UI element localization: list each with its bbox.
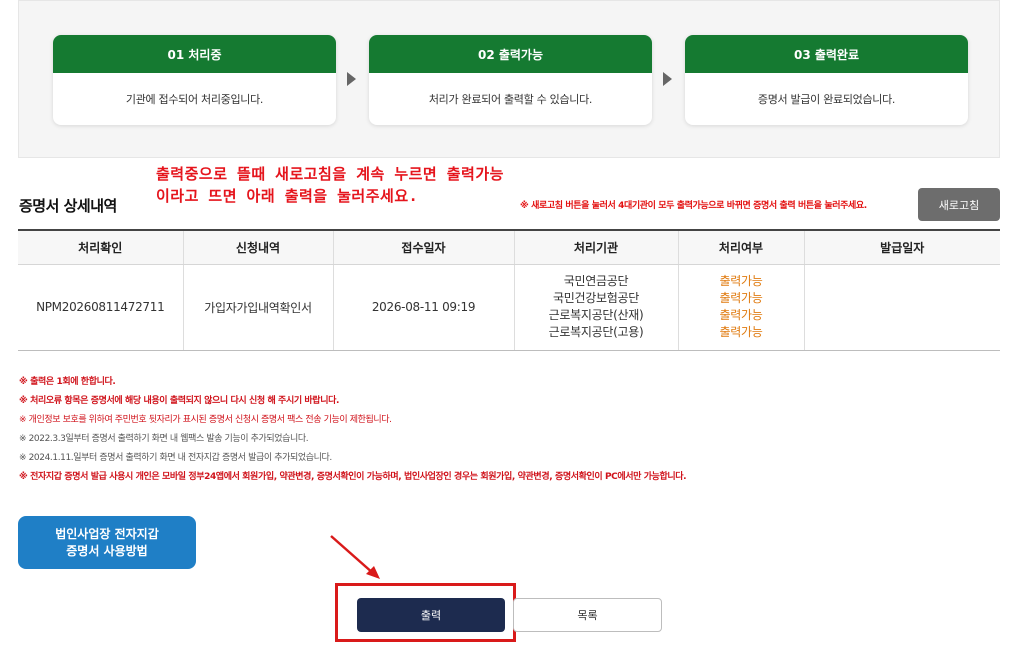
print-button[interactable]: 출력 bbox=[357, 598, 505, 632]
agency-name: 근로복지공단(고용) bbox=[548, 325, 644, 339]
column-header: 발급일자 bbox=[803, 229, 1000, 265]
column-header: 접수일자 bbox=[332, 229, 514, 265]
request-id-cell: NPM20260811472711 bbox=[18, 264, 183, 351]
process-steps-panel: 01 처리중 기관에 접수되어 처리중입니다. 02 출력가능 처리가 완료되어… bbox=[18, 0, 1000, 158]
column-header: 처리여부 bbox=[677, 229, 804, 265]
agency-cell: 국민연금공단 국민건강보험공단 근로복지공단(산재) 근로복지공단(고용) bbox=[513, 264, 678, 351]
red-annotation-text: 출력중으로 뜰때 새로고침을 계속 누르면 출력가능 이라고 뜨면 아래 출력을… bbox=[156, 163, 504, 207]
status-text: 출력가능 bbox=[719, 291, 763, 305]
annotation-line: 이라고 뜨면 아래 출력을 눌러주세요. bbox=[156, 187, 419, 205]
annotation-line: 출력중으로 뜰때 새로고침을 계속 누르면 출력가능 bbox=[156, 165, 504, 183]
status-cell: 출력가능 출력가능 출력가능 출력가능 bbox=[677, 264, 804, 351]
certificate-detail-table: 처리확인 신청내역 접수일자 처리기관 처리여부 발급일자 NPM2026081… bbox=[18, 229, 1000, 351]
step-description: 증명서 발급이 완료되었습니다. bbox=[757, 93, 896, 106]
notice-item: ※ 전자지갑 증명서 발급 사용시 개인은 모바일 정부24앱에서 회원가입, … bbox=[19, 472, 687, 482]
notice-item: ※ 2024.1.11.일부터 증명서 출력하기 화면 내 전자지갑 증명서 발… bbox=[19, 453, 332, 463]
step-arrow-icon bbox=[347, 72, 356, 86]
step-description: 기관에 접수되어 처리중입니다. bbox=[125, 93, 264, 106]
notice-item: ※ 출력은 1회에 한합니다. bbox=[19, 377, 116, 387]
notice-item: ※ 개인정보 보호를 위하여 주민번호 뒷자리가 표시된 증명서 신청시 증명서… bbox=[19, 415, 392, 425]
status-text: 출력가능 bbox=[719, 325, 763, 339]
step-title: 03 출력완료 bbox=[685, 35, 968, 73]
received-date-cell: 2026-08-11 09:19 bbox=[332, 264, 514, 351]
column-header: 처리확인 bbox=[18, 229, 183, 265]
step-description: 처리가 완료되어 출력할 수 있습니다. bbox=[428, 93, 593, 106]
refresh-button[interactable]: 새로고침 bbox=[918, 188, 1000, 221]
notice-item: ※ 처리오류 항목은 증명서에 해당 내용이 출력되지 않으니 다시 신청 해 … bbox=[19, 396, 339, 406]
column-header: 처리기관 bbox=[513, 229, 678, 265]
table-header-row: 처리확인 신청내역 접수일자 처리기관 처리여부 발급일자 bbox=[18, 229, 1000, 265]
list-button[interactable]: 목록 bbox=[513, 598, 662, 632]
table-row: NPM20260811472711 가입자가입내역확인서 2026-08-11 … bbox=[18, 264, 1000, 351]
agency-name: 국민건강보험공단 bbox=[553, 291, 639, 305]
step-title: 01 처리중 bbox=[53, 35, 336, 73]
agency-name: 국민연금공단 bbox=[563, 274, 629, 288]
refresh-note: ※ 새로고침 버튼을 눌러서 4대기관이 모두 출력가능으로 바뀌면 증명서 출… bbox=[520, 201, 867, 211]
status-text: 출력가능 bbox=[719, 308, 763, 322]
wallet-button-line: 증명서 사용방법 bbox=[66, 543, 148, 558]
e-wallet-guide-button[interactable]: 법인사업장 전자지갑 증명서 사용방법 bbox=[18, 516, 196, 569]
agency-name: 근로복지공단(산재) bbox=[548, 308, 644, 322]
wallet-button-line: 법인사업장 전자지갑 bbox=[55, 526, 159, 541]
step-arrow-icon bbox=[663, 72, 672, 86]
status-text: 출력가능 bbox=[719, 274, 763, 288]
step-card-complete: 03 출력완료 증명서 발급이 완료되었습니다. bbox=[685, 35, 968, 125]
column-header: 신청내역 bbox=[182, 229, 333, 265]
issue-date-cell bbox=[803, 264, 1000, 351]
request-type-cell: 가입자가입내역확인서 bbox=[182, 264, 333, 351]
notice-item: ※ 2022.3.3일부터 증명서 출력하기 화면 내 웹팩스 발송 기능이 추… bbox=[19, 434, 309, 444]
step-card-processing: 01 처리중 기관에 접수되어 처리중입니다. bbox=[53, 35, 336, 125]
step-card-printable: 02 출력가능 처리가 완료되어 출력할 수 있습니다. bbox=[369, 35, 652, 125]
section-title: 증명서 상세내역 bbox=[19, 197, 117, 215]
notice-list: ※ 출력은 1회에 한합니다. ※ 처리오류 항목은 증명서에 해당 내용이 출… bbox=[19, 373, 687, 487]
step-title: 02 출력가능 bbox=[369, 35, 652, 73]
red-pointer-arrow-icon bbox=[330, 535, 380, 579]
